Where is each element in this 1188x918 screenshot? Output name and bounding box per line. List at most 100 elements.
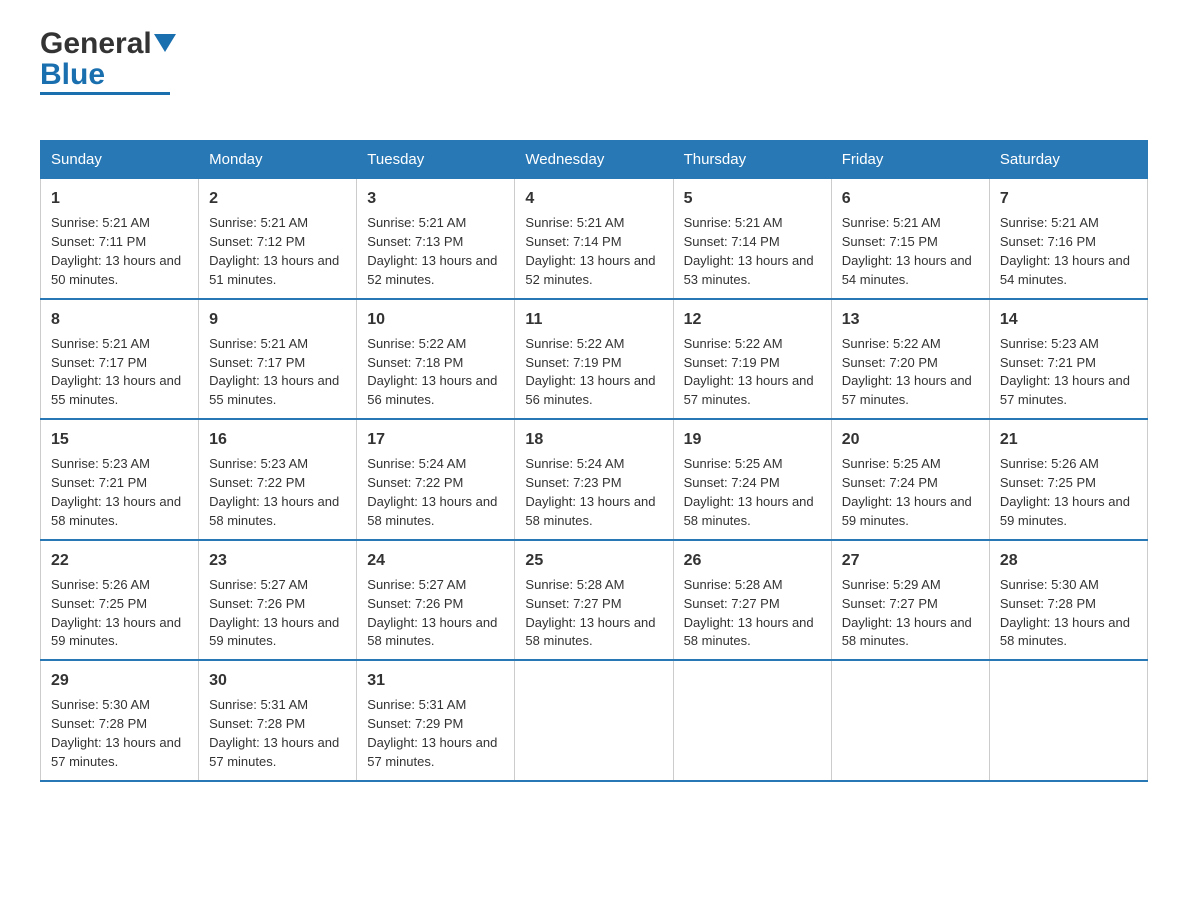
- sunrise-label: Sunrise: 5:21 AM: [209, 336, 308, 351]
- daylight-label: Daylight: 13 hours and 53 minutes.: [684, 253, 814, 287]
- day-number: 17: [367, 428, 504, 451]
- day-number: 27: [842, 549, 979, 572]
- daylight-label: Daylight: 13 hours and 54 minutes.: [842, 253, 972, 287]
- day-number: 30: [209, 669, 346, 692]
- sunrise-label: Sunrise: 5:23 AM: [1000, 336, 1099, 351]
- sunrise-label: Sunrise: 5:27 AM: [209, 577, 308, 592]
- sunset-label: Sunset: 7:14 PM: [525, 234, 621, 249]
- day-number: 4: [525, 187, 662, 210]
- day-number: 9: [209, 308, 346, 331]
- sunset-label: Sunset: 7:28 PM: [1000, 596, 1096, 611]
- day-cell-28: 28Sunrise: 5:30 AMSunset: 7:28 PMDayligh…: [989, 540, 1147, 661]
- sunrise-label: Sunrise: 5:31 AM: [367, 697, 466, 712]
- sunset-label: Sunset: 7:21 PM: [1000, 355, 1096, 370]
- header-cell-saturday: Saturday: [989, 141, 1147, 179]
- header-cell-sunday: Sunday: [41, 141, 199, 179]
- day-number: 22: [51, 549, 188, 572]
- day-cell-2: 2Sunrise: 5:21 AMSunset: 7:12 PMDaylight…: [199, 179, 357, 299]
- daylight-label: Daylight: 13 hours and 57 minutes.: [1000, 373, 1130, 407]
- sunset-label: Sunset: 7:13 PM: [367, 234, 463, 249]
- day-number: 12: [684, 308, 821, 331]
- day-cell-15: 15Sunrise: 5:23 AMSunset: 7:21 PMDayligh…: [41, 419, 199, 540]
- day-cell-34: [831, 660, 989, 781]
- day-number: 18: [525, 428, 662, 451]
- sunset-label: Sunset: 7:12 PM: [209, 234, 305, 249]
- daylight-label: Daylight: 13 hours and 58 minutes.: [684, 615, 814, 649]
- day-number: 28: [1000, 549, 1137, 572]
- daylight-label: Daylight: 13 hours and 50 minutes.: [51, 253, 181, 287]
- day-number: 3: [367, 187, 504, 210]
- header-cell-monday: Monday: [199, 141, 357, 179]
- day-number: 20: [842, 428, 979, 451]
- sunrise-label: Sunrise: 5:21 AM: [209, 215, 308, 230]
- day-cell-6: 6Sunrise: 5:21 AMSunset: 7:15 PMDaylight…: [831, 179, 989, 299]
- sunset-label: Sunset: 7:28 PM: [51, 716, 147, 731]
- sunrise-label: Sunrise: 5:22 AM: [367, 336, 466, 351]
- day-cell-31: 31Sunrise: 5:31 AMSunset: 7:29 PMDayligh…: [357, 660, 515, 781]
- daylight-label: Daylight: 13 hours and 55 minutes.: [51, 373, 181, 407]
- day-number: 11: [525, 308, 662, 331]
- sunrise-label: Sunrise: 5:21 AM: [51, 336, 150, 351]
- day-number: 5: [684, 187, 821, 210]
- day-cell-9: 9 Sunrise: 5:21 AM Sunset: 7:17 PM Daylight…: [199, 299, 357, 420]
- sunrise-label: Sunrise: 5:25 AM: [684, 456, 783, 471]
- day-cell-17: 17Sunrise: 5:24 AMSunset: 7:22 PMDayligh…: [357, 419, 515, 540]
- sunrise-label: Sunrise: 5:22 AM: [684, 336, 783, 351]
- sunset-label: Sunset: 7:23 PM: [525, 475, 621, 490]
- day-cell-30: 30Sunrise: 5:31 AMSunset: 7:28 PMDayligh…: [199, 660, 357, 781]
- daylight-label: Daylight: 13 hours and 52 minutes.: [525, 253, 655, 287]
- day-cell-5: 5Sunrise: 5:21 AMSunset: 7:14 PMDaylight…: [673, 179, 831, 299]
- day-cell-8: 8Sunrise: 5:21 AMSunset: 7:17 PMDaylight…: [41, 299, 199, 420]
- sunset-label: Sunset: 7:22 PM: [209, 475, 305, 490]
- day-cell-29: 29Sunrise: 5:30 AMSunset: 7:28 PMDayligh…: [41, 660, 199, 781]
- sunrise-label: Sunrise: 5:23 AM: [51, 456, 150, 471]
- sunset-label: Sunset: 7:24 PM: [842, 475, 938, 490]
- week-row-3: 15Sunrise: 5:23 AMSunset: 7:21 PMDayligh…: [41, 419, 1148, 540]
- sunrise-label: Sunrise: 5:31 AM: [209, 697, 308, 712]
- sunset-label: Sunset: 7:22 PM: [367, 475, 463, 490]
- daylight-label: Daylight: 13 hours and 52 minutes.: [367, 253, 497, 287]
- day-cell-23: 23Sunrise: 5:27 AMSunset: 7:26 PMDayligh…: [199, 540, 357, 661]
- daylight-label: Daylight: 13 hours and 57 minutes.: [51, 735, 181, 769]
- week-row-5: 29Sunrise: 5:30 AMSunset: 7:28 PMDayligh…: [41, 660, 1148, 781]
- sunset-label: Sunset: 7:17 PM: [209, 355, 305, 370]
- sunrise-label: Sunrise: 5:22 AM: [842, 336, 941, 351]
- daylight-label: Daylight: 13 hours and 56 minutes.: [367, 373, 497, 407]
- day-cell-19: 19Sunrise: 5:25 AMSunset: 7:24 PMDayligh…: [673, 419, 831, 540]
- sunrise-label: Sunrise: 5:21 AM: [1000, 215, 1099, 230]
- daylight-label: Daylight: 13 hours and 55 minutes.: [209, 373, 339, 407]
- daylight-label: Daylight: 13 hours and 51 minutes.: [209, 253, 339, 287]
- sunrise-label: Sunrise: 5:23 AM: [209, 456, 308, 471]
- day-number: 21: [1000, 428, 1137, 451]
- sunset-label: Sunset: 7:11 PM: [51, 234, 146, 249]
- sunset-label: Sunset: 7:15 PM: [842, 234, 938, 249]
- sunset-label: Sunset: 7:27 PM: [842, 596, 938, 611]
- header-cell-thursday: Thursday: [673, 141, 831, 179]
- day-cell-20: 20 Sunrise: 5:25 AM Sunset: 7:24 PM Dayligh…: [831, 419, 989, 540]
- sunset-label: Sunset: 7:25 PM: [1000, 475, 1096, 490]
- sunrise-label: Sunrise: 5:22 AM: [525, 336, 624, 351]
- day-number: 24: [367, 549, 504, 572]
- daylight-label: Daylight: 13 hours and 59 minutes.: [209, 615, 339, 649]
- day-cell-14: 14Sunrise: 5:23 AMSunset: 7:21 PMDayligh…: [989, 299, 1147, 420]
- day-cell-35: [989, 660, 1147, 781]
- day-number: 19: [684, 428, 821, 451]
- sunset-label: Sunset: 7:29 PM: [367, 716, 463, 731]
- sunrise-label: Sunrise: 5:29 AM: [842, 577, 941, 592]
- day-number: 25: [525, 549, 662, 572]
- sunrise-label: Sunrise: 5:25 AM: [842, 456, 941, 471]
- day-number: 23: [209, 549, 346, 572]
- day-cell-4: 4Sunrise: 5:21 AMSunset: 7:14 PMDaylight…: [515, 179, 673, 299]
- sunrise-label: Sunrise: 5:24 AM: [525, 456, 624, 471]
- sunset-label: Sunset: 7:20 PM: [842, 355, 938, 370]
- day-number: 31: [367, 669, 504, 692]
- daylight-label: Daylight: 13 hours and 58 minutes.: [684, 494, 814, 528]
- daylight-label: Daylight: 13 hours and 59 minutes.: [842, 494, 972, 528]
- sunset-label: Sunset: 7:16 PM: [1000, 234, 1096, 249]
- day-number: 16: [209, 428, 346, 451]
- sunrise-label: Sunrise: 5:21 AM: [51, 215, 150, 230]
- logo-blue: Blue: [40, 60, 176, 90]
- day-number: 8: [51, 308, 188, 331]
- daylight-label: Daylight: 13 hours and 58 minutes.: [525, 494, 655, 528]
- sunrise-label: Sunrise: 5:24 AM: [367, 456, 466, 471]
